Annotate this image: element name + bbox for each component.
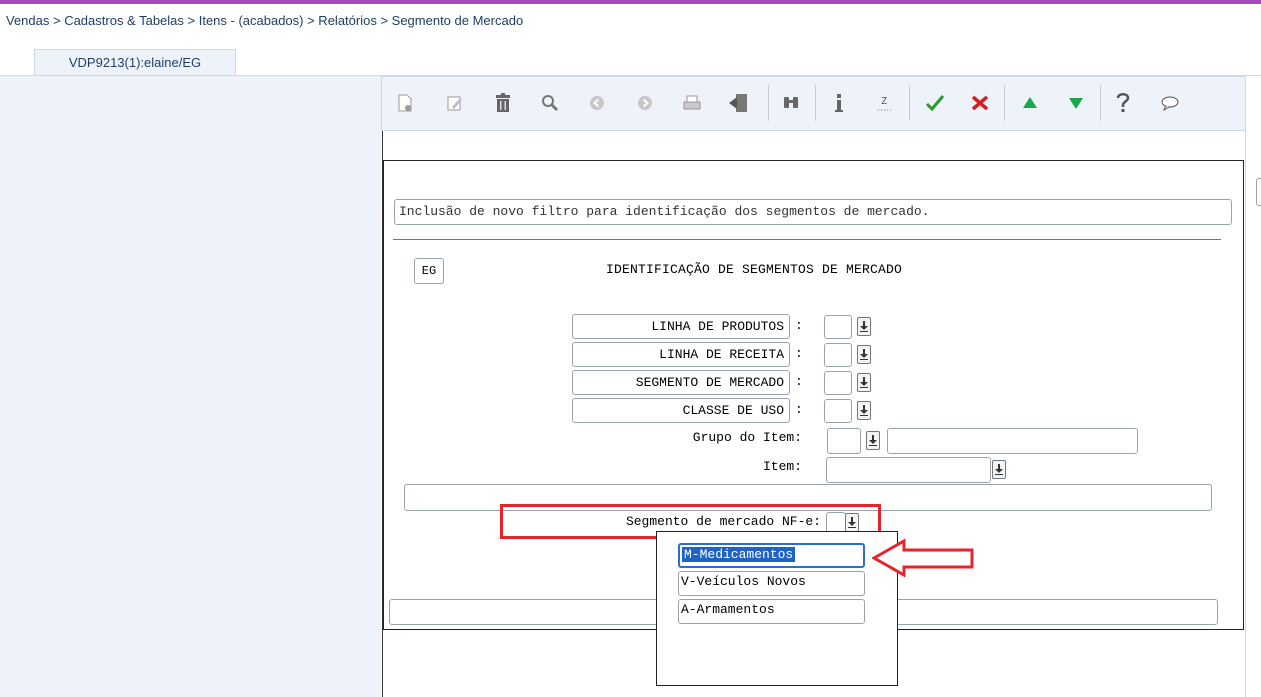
up-icon[interactable] (1017, 89, 1043, 117)
print-icon[interactable] (679, 89, 705, 117)
item-input[interactable] (826, 457, 991, 483)
classe-uso-input[interactable] (824, 399, 852, 423)
option-veiculos-novos[interactable]: V-Veículos Novos (678, 571, 865, 596)
segmento-mercado-input[interactable] (824, 371, 852, 395)
colon: : (795, 374, 803, 389)
form-title: IDENTIFICAÇÃO DE SEGMENTOS DE MERCADO (606, 262, 903, 277)
toolbar: Z (381, 76, 1246, 131)
chat-icon[interactable] (1157, 89, 1183, 117)
label-classe-uso: CLASSE DE USO (572, 398, 790, 423)
tab-bar: VDP9213(1):elaine/EG (0, 38, 1261, 77)
colon: : (795, 402, 803, 417)
dropdown-arrow-icon[interactable] (857, 373, 871, 392)
cancel-icon[interactable] (967, 89, 993, 117)
label-linha-receita: LINHA DE RECEITA (572, 342, 790, 367)
exit-icon[interactable] (725, 89, 751, 117)
tab-program[interactable]: VDP9213(1):elaine/EG (34, 49, 236, 77)
previous-icon[interactable] (584, 89, 610, 117)
label-linha-produtos: LINHA DE PRODUTOS (572, 314, 790, 339)
delete-icon[interactable] (490, 89, 516, 117)
label-segmento-mercado: SEGMENTO DE MERCADO (572, 370, 790, 395)
dropdown-arrow-icon[interactable] (992, 460, 1006, 479)
search-icon[interactable] (537, 89, 563, 117)
linha-receita-input[interactable] (824, 343, 852, 367)
annotation-arrow-icon (872, 538, 974, 578)
colon: : (795, 346, 803, 361)
new-icon[interactable] (392, 89, 418, 117)
toolbar-divider (1100, 85, 1101, 121)
dropdown-arrow-icon[interactable] (857, 401, 871, 420)
label-item: Item: (762, 459, 802, 474)
dropdown-arrow-icon[interactable] (866, 431, 880, 450)
grupo-item-description-field[interactable] (887, 428, 1138, 454)
zoom-icon[interactable]: Z (872, 89, 898, 117)
info-icon[interactable] (826, 89, 852, 117)
confirm-icon[interactable] (922, 89, 948, 117)
colon: : (795, 318, 803, 333)
svg-text:Z: Z (881, 96, 887, 107)
help-icon[interactable] (1110, 89, 1136, 117)
next-icon[interactable] (632, 89, 658, 117)
find-icon[interactable] (778, 89, 804, 117)
down-icon[interactable] (1063, 89, 1089, 117)
scrollbar-handle[interactable] (1256, 178, 1261, 206)
toolbar-divider (815, 85, 816, 121)
dropdown-arrow-icon[interactable] (857, 345, 871, 364)
linha-produtos-input[interactable] (824, 315, 852, 339)
dropdown-arrow-icon[interactable] (857, 317, 871, 336)
edit-icon[interactable] (442, 89, 468, 117)
toolbar-divider (909, 85, 910, 121)
description-field[interactable]: Inclusão de novo filtro para identificaç… (394, 199, 1232, 225)
grupo-item-code-input[interactable] (827, 428, 861, 454)
label-grupo-item: Grupo do Item: (692, 430, 802, 445)
option-armamentos[interactable]: A-Armamentos (678, 599, 865, 624)
toolbar-divider (1004, 85, 1005, 121)
option-medicamentos[interactable]: M-Medicamentos (678, 543, 865, 568)
toolbar-divider (768, 85, 769, 121)
sidebar (0, 76, 381, 697)
red-separator (393, 239, 1221, 240)
company-code-field[interactable]: EG (414, 258, 444, 284)
breadcrumb[interactable]: Vendas > Cadastros & Tabelas > Itens - (… (0, 4, 1261, 38)
